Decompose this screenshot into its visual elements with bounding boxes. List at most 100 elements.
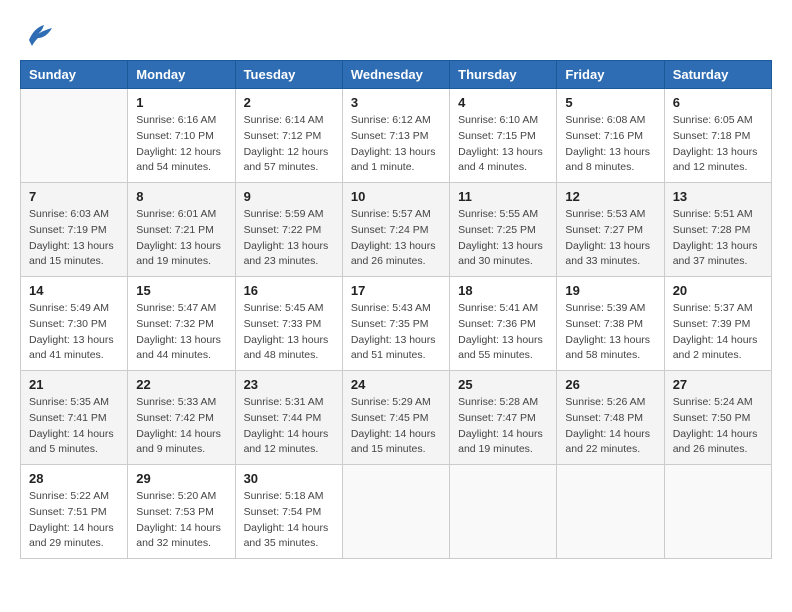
calendar-day-cell: 12 Sunrise: 5:53 AMSunset: 7:27 PMDayligh… [557, 183, 664, 277]
day-info: Sunrise: 5:31 AMSunset: 7:44 PMDaylight:… [244, 395, 334, 458]
day-info: Sunrise: 5:49 AMSunset: 7:30 PMDaylight:… [29, 301, 119, 364]
day-info: Sunrise: 5:29 AMSunset: 7:45 PMDaylight:… [351, 395, 441, 458]
day-info: Sunrise: 5:43 AMSunset: 7:35 PMDaylight:… [351, 301, 441, 364]
day-number: 11 [458, 189, 548, 204]
day-info: Sunrise: 5:24 AMSunset: 7:50 PMDaylight:… [673, 395, 763, 458]
day-number: 23 [244, 377, 334, 392]
calendar-day-cell: 20Sunrise: 5:37 AMSunset: 7:39 PMDayligh… [664, 277, 771, 371]
calendar-day-cell: 30 Sunrise: 5:18 AMSunset: 7:54 PMDayligh… [235, 465, 342, 559]
day-info: Sunrise: 5:18 AMSunset: 7:54 PMDaylight:… [244, 489, 334, 552]
calendar-day-cell: 16Sunrise: 5:45 AMSunset: 7:33 PMDayligh… [235, 277, 342, 371]
calendar-day-cell: 29 Sunrise: 5:20 AMSunset: 7:53 PMDayligh… [128, 465, 235, 559]
day-number: 21 [29, 377, 119, 392]
calendar-day-cell: 10 Sunrise: 5:57 AMSunset: 7:24 PMDayligh… [342, 183, 449, 277]
calendar-table: SundayMondayTuesdayWednesdayThursdayFrid… [20, 60, 772, 559]
day-info: Sunrise: 6:14 AMSunset: 7:12 PMDaylight:… [244, 113, 334, 176]
calendar-day-cell: 22 Sunrise: 5:33 AMSunset: 7:42 PMDayligh… [128, 371, 235, 465]
day-number: 18 [458, 283, 548, 298]
day-info: Sunrise: 6:16 AMSunset: 7:10 PMDaylight:… [136, 113, 226, 176]
day-info: Sunrise: 5:55 AMSunset: 7:25 PMDaylight:… [458, 207, 548, 270]
day-number: 1 [136, 95, 226, 110]
calendar-day-cell: 28 Sunrise: 5:22 AMSunset: 7:51 PMDayligh… [21, 465, 128, 559]
day-number: 20 [673, 283, 763, 298]
day-info: Sunrise: 5:57 AMSunset: 7:24 PMDaylight:… [351, 207, 441, 270]
day-number: 10 [351, 189, 441, 204]
day-number: 13 [673, 189, 763, 204]
calendar-day-cell: 18 Sunrise: 5:41 AMSunset: 7:36 PMDayligh… [450, 277, 557, 371]
day-number: 2 [244, 95, 334, 110]
calendar-week-row: 14 Sunrise: 5:49 AMSunset: 7:30 PMDayligh… [21, 277, 772, 371]
day-info: Sunrise: 6:03 AMSunset: 7:19 PMDaylight:… [29, 207, 119, 270]
day-number: 8 [136, 189, 226, 204]
calendar-header-monday: Monday [128, 61, 235, 89]
day-number: 17 [351, 283, 441, 298]
day-number: 15 [136, 283, 226, 298]
calendar-header-thursday: Thursday [450, 61, 557, 89]
calendar-week-row: 1 Sunrise: 6:16 AMSunset: 7:10 PMDaylight… [21, 89, 772, 183]
calendar-day-cell: 6 Sunrise: 6:05 AMSunset: 7:18 PMDaylight… [664, 89, 771, 183]
day-info: Sunrise: 5:26 AMSunset: 7:48 PMDaylight:… [565, 395, 655, 458]
calendar-header-row: SundayMondayTuesdayWednesdayThursdayFrid… [21, 61, 772, 89]
day-info: Sunrise: 6:12 AMSunset: 7:13 PMDaylight:… [351, 113, 441, 176]
calendar-day-cell: 24 Sunrise: 5:29 AMSunset: 7:45 PMDayligh… [342, 371, 449, 465]
day-number: 25 [458, 377, 548, 392]
day-number: 14 [29, 283, 119, 298]
calendar-header-sunday: Sunday [21, 61, 128, 89]
day-info: Sunrise: 6:01 AMSunset: 7:21 PMDaylight:… [136, 207, 226, 270]
day-number: 6 [673, 95, 763, 110]
calendar-day-cell [450, 465, 557, 559]
day-info: Sunrise: 5:53 AMSunset: 7:27 PMDaylight:… [565, 207, 655, 270]
calendar-day-cell: 3 Sunrise: 6:12 AMSunset: 7:13 PMDaylight… [342, 89, 449, 183]
day-info: Sunrise: 5:28 AMSunset: 7:47 PMDaylight:… [458, 395, 548, 458]
calendar-day-cell: 5 Sunrise: 6:08 AMSunset: 7:16 PMDaylight… [557, 89, 664, 183]
day-info: Sunrise: 5:20 AMSunset: 7:53 PMDaylight:… [136, 489, 226, 552]
calendar-day-cell [342, 465, 449, 559]
day-info: Sunrise: 5:59 AMSunset: 7:22 PMDaylight:… [244, 207, 334, 270]
calendar-day-cell: 26 Sunrise: 5:26 AMSunset: 7:48 PMDayligh… [557, 371, 664, 465]
day-info: Sunrise: 5:41 AMSunset: 7:36 PMDaylight:… [458, 301, 548, 364]
calendar-day-cell: 17 Sunrise: 5:43 AMSunset: 7:35 PMDayligh… [342, 277, 449, 371]
day-info: Sunrise: 6:08 AMSunset: 7:16 PMDaylight:… [565, 113, 655, 176]
day-number: 9 [244, 189, 334, 204]
page-header [20, 20, 772, 50]
calendar-week-row: 28 Sunrise: 5:22 AMSunset: 7:51 PMDayligh… [21, 465, 772, 559]
calendar-day-cell: 27 Sunrise: 5:24 AMSunset: 7:50 PMDayligh… [664, 371, 771, 465]
calendar-week-row: 21 Sunrise: 5:35 AMSunset: 7:41 PMDayligh… [21, 371, 772, 465]
day-number: 26 [565, 377, 655, 392]
day-number: 27 [673, 377, 763, 392]
day-number: 7 [29, 189, 119, 204]
calendar-day-cell: 13Sunrise: 5:51 AMSunset: 7:28 PMDayligh… [664, 183, 771, 277]
day-number: 22 [136, 377, 226, 392]
day-info: Sunrise: 5:22 AMSunset: 7:51 PMDaylight:… [29, 489, 119, 552]
calendar-day-cell: 14 Sunrise: 5:49 AMSunset: 7:30 PMDayligh… [21, 277, 128, 371]
day-number: 24 [351, 377, 441, 392]
day-info: Sunrise: 5:35 AMSunset: 7:41 PMDaylight:… [29, 395, 119, 458]
day-info: Sunrise: 5:33 AMSunset: 7:42 PMDaylight:… [136, 395, 226, 458]
day-info: Sunrise: 5:39 AMSunset: 7:38 PMDaylight:… [565, 301, 655, 364]
day-number: 29 [136, 471, 226, 486]
day-info: Sunrise: 5:45 AMSunset: 7:33 PMDaylight:… [244, 301, 334, 364]
day-info: Sunrise: 6:05 AMSunset: 7:18 PMDaylight:… [673, 113, 763, 176]
day-info: Sunrise: 5:47 AMSunset: 7:32 PMDaylight:… [136, 301, 226, 364]
calendar-day-cell: 1 Sunrise: 6:16 AMSunset: 7:10 PMDaylight… [128, 89, 235, 183]
calendar-day-cell: 8 Sunrise: 6:01 AMSunset: 7:21 PMDaylight… [128, 183, 235, 277]
day-number: 30 [244, 471, 334, 486]
day-number: 12 [565, 189, 655, 204]
day-number: 3 [351, 95, 441, 110]
calendar-day-cell [21, 89, 128, 183]
calendar-day-cell: 2 Sunrise: 6:14 AMSunset: 7:12 PMDaylight… [235, 89, 342, 183]
day-number: 5 [565, 95, 655, 110]
calendar-day-cell: 23 Sunrise: 5:31 AMSunset: 7:44 PMDayligh… [235, 371, 342, 465]
calendar-week-row: 7 Sunrise: 6:03 AMSunset: 7:19 PMDaylight… [21, 183, 772, 277]
calendar-header-tuesday: Tuesday [235, 61, 342, 89]
calendar-header-wednesday: Wednesday [342, 61, 449, 89]
calendar-day-cell: 25 Sunrise: 5:28 AMSunset: 7:47 PMDayligh… [450, 371, 557, 465]
calendar-header-friday: Friday [557, 61, 664, 89]
calendar-day-cell: 7 Sunrise: 6:03 AMSunset: 7:19 PMDaylight… [21, 183, 128, 277]
calendar-day-cell: 21 Sunrise: 5:35 AMSunset: 7:41 PMDayligh… [21, 371, 128, 465]
calendar-day-cell: 4Sunrise: 6:10 AMSunset: 7:15 PMDaylight… [450, 89, 557, 183]
logo [20, 20, 54, 50]
calendar-day-cell: 15 Sunrise: 5:47 AMSunset: 7:32 PMDayligh… [128, 277, 235, 371]
day-number: 28 [29, 471, 119, 486]
calendar-header-saturday: Saturday [664, 61, 771, 89]
